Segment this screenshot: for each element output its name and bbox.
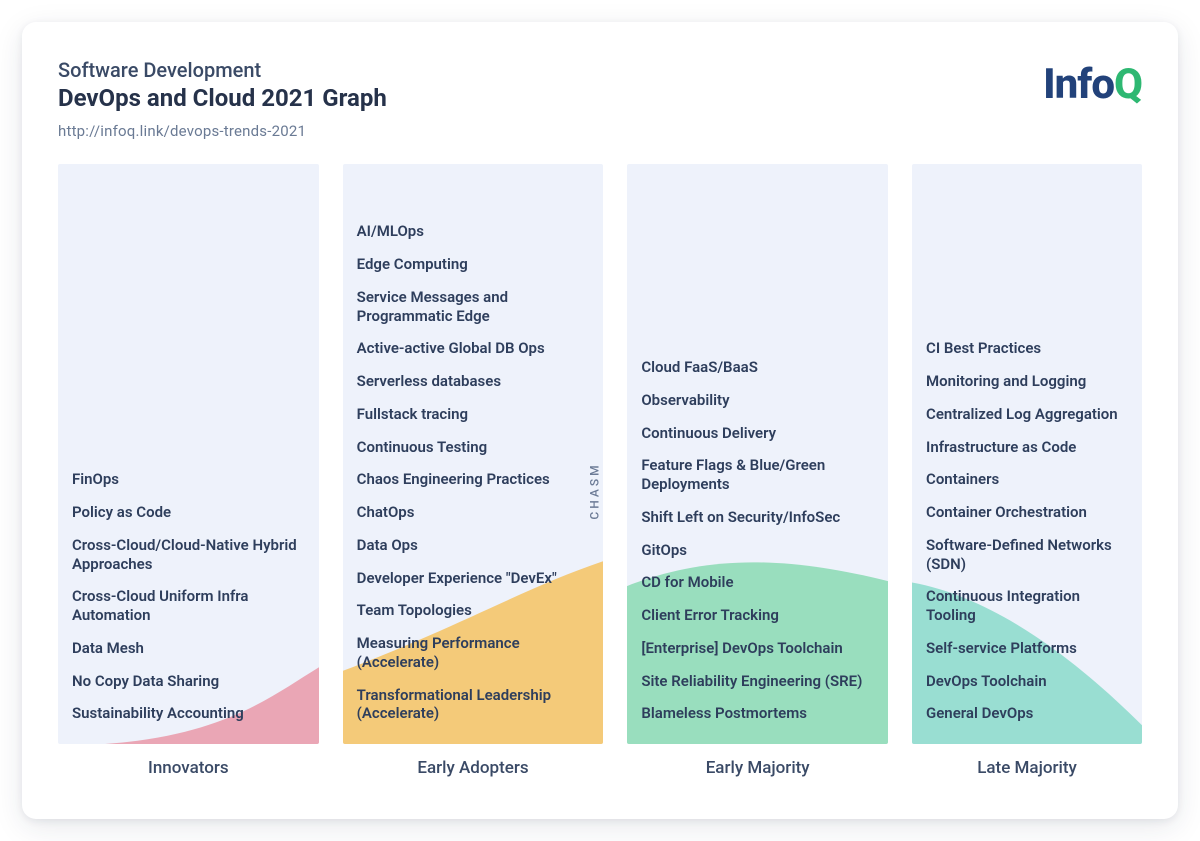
header-url: http://infoq.link/devops-trends-2021	[58, 122, 1142, 140]
column-early-adopters: AI/MLOps Edge Computing Service Messages…	[343, 164, 604, 744]
list-item: Observability	[641, 386, 874, 415]
list-item: General DevOps	[926, 699, 1128, 728]
list-item: Continuous Integration Tooling	[926, 582, 1128, 630]
list-item: Team Topologies	[357, 596, 590, 625]
label-innovators: Innovators	[58, 758, 319, 778]
list-item: AI/MLOps	[357, 217, 590, 246]
column-labels: Innovators Early Adopters Early Majority…	[58, 758, 1142, 778]
list-item: Data Ops	[357, 531, 590, 560]
list-item: Container Orchestration	[926, 498, 1128, 527]
label-early-adopters: Early Adopters	[343, 758, 604, 778]
list-item: Cross-Cloud Uniform Infra Automation	[72, 582, 305, 630]
list-item: Client Error Tracking	[641, 601, 874, 630]
label-early-majority: Early Majority	[627, 758, 888, 778]
list-item: Monitoring and Logging	[926, 367, 1128, 396]
list-item: No Copy Data Sharing	[72, 667, 305, 696]
list-item: Active-active Global DB Ops	[357, 334, 590, 363]
list-item: Site Reliability Engineering (SRE)	[641, 667, 874, 696]
list-item: Chaos Engineering Practices	[357, 465, 590, 494]
list-item: Data Mesh	[72, 634, 305, 663]
list-item: Continuous Delivery	[641, 419, 874, 448]
adoption-chart: FinOps Policy as Code Cross-Cloud/Cloud-…	[58, 164, 1142, 744]
items-early-adopters: AI/MLOps Edge Computing Service Messages…	[357, 217, 590, 728]
list-item: Fullstack tracing	[357, 400, 590, 429]
list-item: ChatOps	[357, 498, 590, 527]
items-late-majority: CI Best Practices Monitoring and Logging…	[926, 334, 1128, 728]
column-innovators: FinOps Policy as Code Cross-Cloud/Cloud-…	[58, 164, 319, 744]
header-title: DevOps and Cloud 2021 Graph	[58, 84, 1142, 112]
items-innovators: FinOps Policy as Code Cross-Cloud/Cloud-…	[72, 465, 305, 728]
column-early-majority: Cloud FaaS/BaaS Observability Continuous…	[627, 164, 888, 744]
report-card: Software Development DevOps and Cloud 20…	[22, 22, 1178, 819]
list-item: Service Messages and Programmatic Edge	[357, 283, 590, 331]
logo-text-part1: Info	[1043, 60, 1114, 109]
list-item: Infrastructure as Code	[926, 433, 1128, 462]
header: Software Development DevOps and Cloud 20…	[58, 58, 1142, 140]
label-late-majority: Late Majority	[912, 758, 1142, 778]
list-item: Developer Experience "DevEx"	[357, 564, 590, 593]
list-item: GitOps	[641, 536, 874, 565]
list-item: Transformational Leadership (Accelerate)	[357, 681, 590, 729]
list-item: DevOps Toolchain	[926, 667, 1128, 696]
chasm-label: CHASM	[588, 462, 602, 519]
list-item: CD for Mobile	[641, 568, 874, 597]
list-item: FinOps	[72, 465, 305, 494]
list-item: Continuous Testing	[357, 433, 590, 462]
list-item: Edge Computing	[357, 250, 590, 279]
brand-logo: InfoQ	[1043, 60, 1142, 109]
logo-text-part2: Q	[1114, 60, 1142, 109]
list-item: Feature Flags & Blue/Green Deployments	[641, 451, 874, 499]
list-item: Software-Defined Networks (SDN)	[926, 531, 1128, 579]
list-item: Containers	[926, 465, 1128, 494]
list-item: Sustainability Accounting	[72, 699, 305, 728]
list-item: Centralized Log Aggregation	[926, 400, 1128, 429]
list-item: [Enterprise] DevOps Toolchain	[641, 634, 874, 663]
items-early-majority: Cloud FaaS/BaaS Observability Continuous…	[641, 353, 874, 728]
header-pretitle: Software Development	[58, 58, 1142, 82]
list-item: Cross-Cloud/Cloud-Native Hybrid Approach…	[72, 531, 305, 579]
list-item: Cloud FaaS/BaaS	[641, 353, 874, 382]
list-item: CI Best Practices	[926, 334, 1128, 363]
list-item: Self-service Platforms	[926, 634, 1128, 663]
list-item: Policy as Code	[72, 498, 305, 527]
list-item: Shift Left on Security/InfoSec	[641, 503, 874, 532]
list-item: Blameless Postmortems	[641, 699, 874, 728]
list-item: Serverless databases	[357, 367, 590, 396]
list-item: Measuring Performance (Accelerate)	[357, 629, 590, 677]
column-late-majority: CI Best Practices Monitoring and Logging…	[912, 164, 1142, 744]
